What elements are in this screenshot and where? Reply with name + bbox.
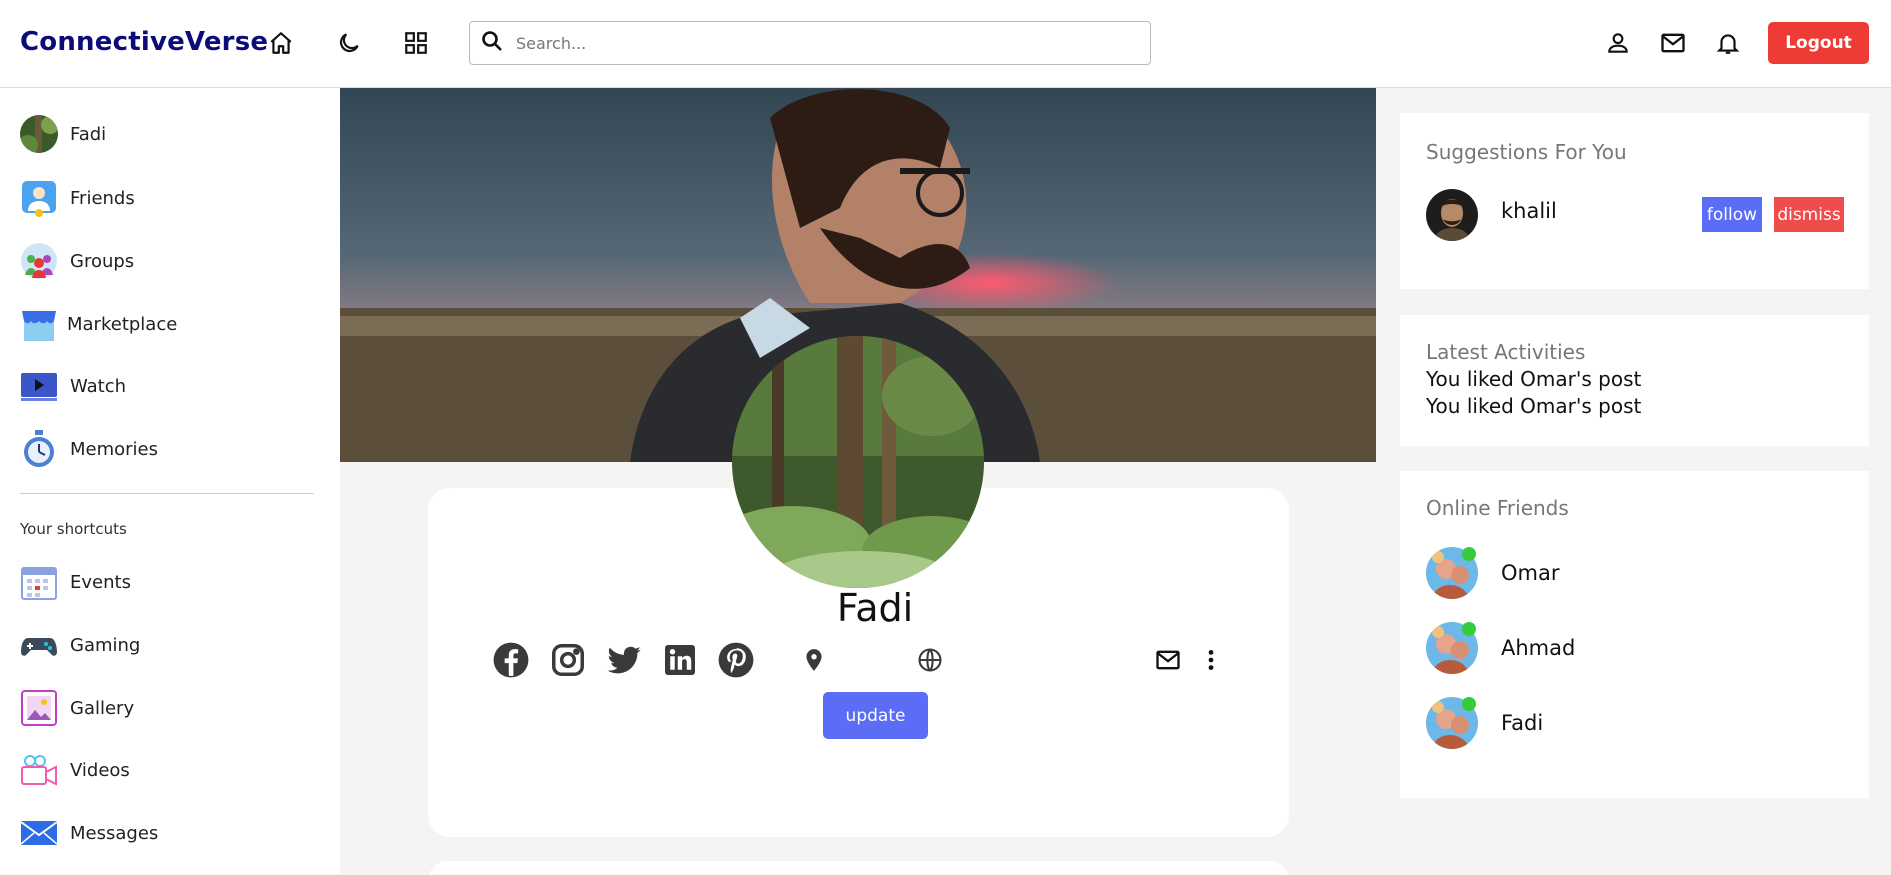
linkedin-icon[interactable] xyxy=(659,639,701,681)
sidebar-item-gaming[interactable]: Gaming xyxy=(20,625,140,665)
sidebar-item-events[interactable]: Events xyxy=(20,562,131,602)
sidebar-item-label: Watch xyxy=(70,375,127,397)
sidebar-item-memories[interactable]: Memories xyxy=(20,429,158,469)
suggestions-panel: Suggestions For You khalil follow dismis… xyxy=(1400,113,1869,289)
profile-picture[interactable] xyxy=(732,336,984,588)
online-friends-title: Online Friends xyxy=(1426,496,1569,520)
sidebar-item-marketplace[interactable]: Marketplace xyxy=(20,304,177,344)
instagram-icon[interactable] xyxy=(547,639,589,681)
user-avatar xyxy=(20,115,58,153)
friend-name: Fadi xyxy=(1501,711,1544,735)
update-button[interactable]: update xyxy=(823,692,928,739)
top-navbar: ConnectiveVerse Logout xyxy=(0,0,1891,88)
marketplace-icon xyxy=(20,305,58,343)
activities-title: Latest Activities xyxy=(1426,340,1586,364)
suggested-user-name[interactable]: khalil xyxy=(1501,199,1557,223)
sidebar-item-gallery[interactable]: Gallery xyxy=(20,688,134,728)
sidebar-divider xyxy=(20,493,314,494)
dismiss-button[interactable]: dismiss xyxy=(1774,197,1844,232)
memories-icon xyxy=(20,430,58,468)
sidebar-item-label: Memories xyxy=(70,438,159,460)
home-icon[interactable] xyxy=(266,28,296,58)
next-card xyxy=(428,861,1289,875)
latest-activities-panel: Latest Activities You liked Omar's post … xyxy=(1400,315,1869,446)
online-friend-item[interactable]: Ahmad xyxy=(1426,622,1575,674)
sidebar-item-label: Groups xyxy=(70,250,135,272)
search-bar[interactable] xyxy=(469,21,1151,65)
gallery-icon xyxy=(20,689,58,727)
location-pin-icon[interactable] xyxy=(793,639,835,681)
person-icon[interactable] xyxy=(1603,28,1633,58)
sidebar-item-groups[interactable]: Groups xyxy=(20,241,134,281)
pinterest-icon[interactable] xyxy=(715,639,757,681)
activity-item: You liked Omar's post xyxy=(1426,367,1642,391)
sidebar-item-friends[interactable]: Friends xyxy=(20,178,135,218)
online-friends-panel: Online Friends Omar Ahmad Fadi xyxy=(1400,471,1869,798)
moon-icon[interactable] xyxy=(334,28,364,58)
sidebar-item-videos[interactable]: Videos xyxy=(20,750,130,790)
online-friend-item[interactable]: Omar xyxy=(1426,547,1560,599)
activity-item: You liked Omar's post xyxy=(1426,394,1642,418)
groups-icon xyxy=(20,242,58,280)
sidebar-item-label: Fadi xyxy=(70,123,107,145)
shortcuts-title: Your shortcuts xyxy=(20,520,127,538)
search-icon xyxy=(480,29,504,57)
sidebar-item-messages[interactable]: Messages xyxy=(20,813,158,853)
sidebar-item-label: Messages xyxy=(70,822,159,844)
online-friend-item[interactable]: Fadi xyxy=(1426,697,1543,749)
sidebar-item-label: Friends xyxy=(70,187,135,209)
video-camera-icon xyxy=(20,751,58,789)
suggestions-title: Suggestions For You xyxy=(1426,140,1627,164)
app-logo[interactable]: ConnectiveVerse xyxy=(20,27,268,57)
follow-button[interactable]: follow xyxy=(1702,197,1762,232)
sidebar-item-label: Events xyxy=(70,571,131,593)
calendar-icon xyxy=(20,563,58,601)
search-input[interactable] xyxy=(516,33,1116,53)
sidebar-item-profile[interactable]: Fadi xyxy=(20,114,106,154)
sidebar-item-label: Gaming xyxy=(70,634,141,656)
friend-name: Ahmad xyxy=(1501,636,1576,660)
avatar xyxy=(1426,622,1478,674)
twitter-icon[interactable] xyxy=(603,639,645,681)
online-status-dot xyxy=(1462,547,1476,561)
sidebar-item-label: Videos xyxy=(70,759,130,781)
sidebar-item-label: Marketplace xyxy=(67,313,178,335)
online-status-dot xyxy=(1462,622,1476,636)
bell-icon[interactable] xyxy=(1713,28,1743,58)
sidebar-item-watch[interactable]: Watch xyxy=(20,366,126,406)
watch-icon xyxy=(20,367,58,405)
envelope-icon xyxy=(20,814,58,852)
avatar xyxy=(1426,697,1478,749)
friend-name: Omar xyxy=(1501,561,1560,585)
mail-icon[interactable] xyxy=(1147,639,1189,681)
avatar xyxy=(1426,547,1478,599)
grid-icon[interactable] xyxy=(401,28,431,58)
friends-icon xyxy=(20,179,58,217)
globe-icon[interactable] xyxy=(909,639,951,681)
mail-icon[interactable] xyxy=(1658,28,1688,58)
more-vertical-icon[interactable] xyxy=(1190,639,1232,681)
left-sidebar: Fadi Friends Groups Marketplace Watch Me… xyxy=(0,88,340,875)
avatar[interactable] xyxy=(1426,189,1478,241)
profile-name: Fadi xyxy=(836,586,914,630)
facebook-icon[interactable] xyxy=(490,639,532,681)
logout-button[interactable]: Logout xyxy=(1768,22,1869,64)
gamepad-icon xyxy=(20,626,58,664)
online-status-dot xyxy=(1462,697,1476,711)
sidebar-item-label: Gallery xyxy=(70,697,135,719)
